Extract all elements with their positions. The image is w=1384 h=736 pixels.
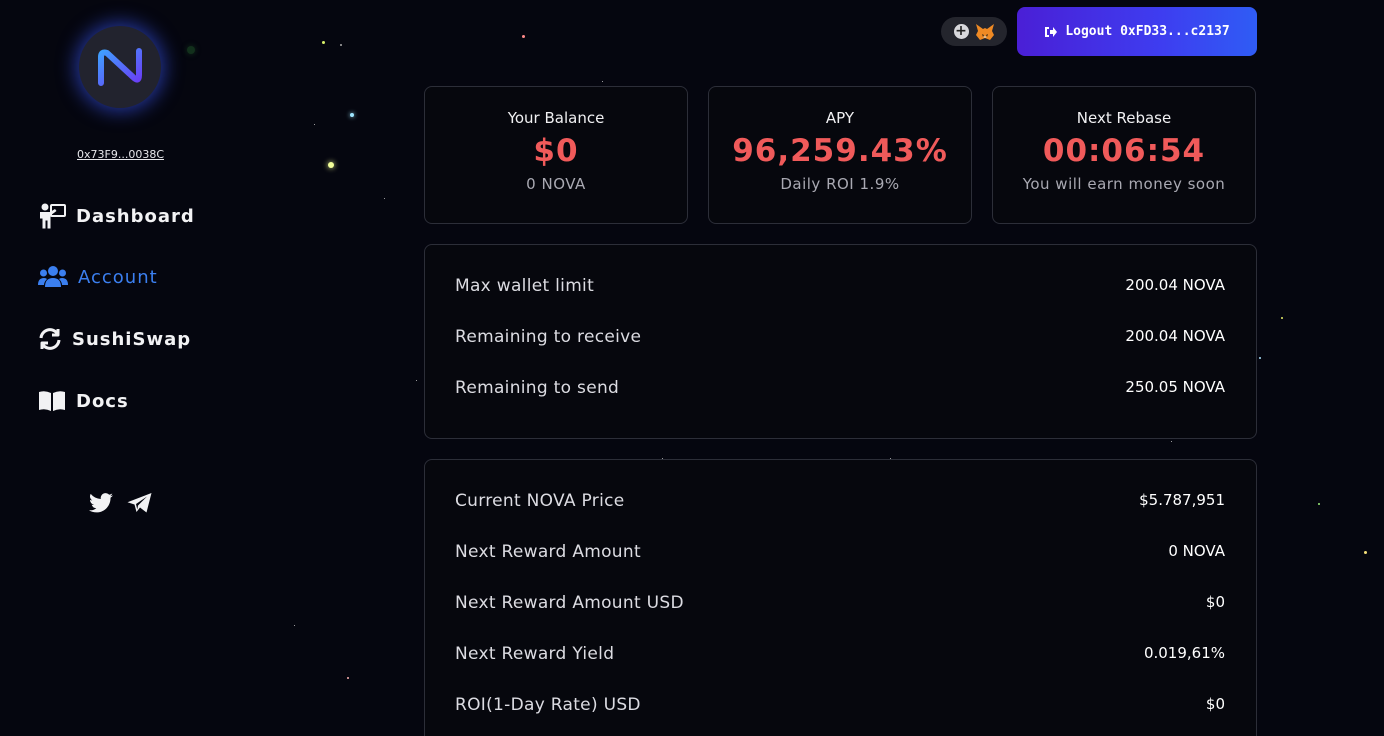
- nav-dashboard[interactable]: Dashboard: [38, 203, 195, 229]
- limit-value: 200.04 NOVA: [1125, 327, 1225, 345]
- nav-dashboard-label: Dashboard: [76, 205, 195, 227]
- twitter-icon[interactable]: [89, 492, 113, 514]
- balance-title: Your Balance: [507, 109, 605, 127]
- sync-icon: [39, 328, 61, 350]
- wallet-connect-pill[interactable]: +: [941, 17, 1007, 46]
- rebase-value: 00:06:54: [1042, 133, 1206, 169]
- reward-value: $0: [1205, 695, 1225, 713]
- reward-value: $0: [1205, 593, 1225, 611]
- rebase-title: Next Rebase: [1076, 109, 1172, 127]
- limit-row: Remaining to send 250.05 NOVA: [455, 378, 1225, 402]
- nova-logo-icon: [98, 48, 142, 86]
- wallet-limits-panel: Max wallet limit 200.04 NOVA Remaining t…: [424, 244, 1257, 439]
- reward-row: Next Reward Amount 0 NOVA: [455, 542, 1225, 566]
- sidebar: 0x73F9...0038C Dashboard Account SushiSw…: [0, 0, 240, 736]
- nav-sushiswap[interactable]: SushiSwap: [38, 328, 191, 350]
- reward-label: Current NOVA Price: [455, 491, 625, 511]
- apy-value: 96,259.43%: [732, 133, 948, 169]
- book-icon: [39, 391, 65, 411]
- rebase-card: Next Rebase 00:06:54 You will earn money…: [992, 86, 1256, 224]
- balance-card: Your Balance $0 0 NOVA: [424, 86, 688, 224]
- nav-sushiswap-label: SushiSwap: [72, 328, 192, 350]
- wallet-address-link[interactable]: 0x73F9...0038C: [77, 148, 164, 161]
- users-icon: [38, 266, 68, 287]
- reward-row: Next Reward Amount USD $0: [455, 593, 1225, 617]
- balance-value: $0: [533, 133, 579, 169]
- reward-label: Next Reward Amount: [455, 542, 641, 562]
- limit-label: Remaining to receive: [455, 327, 642, 347]
- nav-account[interactable]: Account: [38, 265, 158, 289]
- nova-logo[interactable]: [79, 26, 161, 108]
- rebase-sub: You will earn money soon: [1022, 175, 1226, 193]
- reward-value: 0 NOVA: [1168, 542, 1225, 560]
- apy-title: APY: [825, 109, 855, 127]
- limit-value: 200.04 NOVA: [1125, 276, 1225, 294]
- logout-button[interactable]: Logout 0xFD33...c2137: [1017, 7, 1257, 56]
- limit-label: Remaining to send: [455, 378, 620, 398]
- metamask-fox-icon: [975, 23, 994, 40]
- reward-value: 0.019,61%: [1143, 644, 1225, 662]
- apy-sub: Daily ROI 1.9%: [780, 175, 900, 193]
- limit-label: Max wallet limit: [455, 276, 595, 296]
- reward-label: ROI(1-Day Rate) USD: [455, 695, 641, 715]
- reward-row: ROI(1-Day Rate) USD $0: [455, 695, 1225, 719]
- telegram-icon[interactable]: [127, 492, 152, 514]
- nav-docs-label: Docs: [76, 390, 129, 412]
- nav-account-label: Account: [78, 266, 158, 288]
- balance-sub: 0 NOVA: [526, 175, 586, 193]
- logout-button-label: Logout 0xFD33...c2137: [1065, 24, 1230, 39]
- limit-row: Remaining to receive 200.04 NOVA: [455, 327, 1225, 351]
- reward-label: Next Reward Yield: [455, 644, 615, 664]
- reward-row: Current NOVA Price $5.787,951: [455, 491, 1225, 515]
- limit-row: Max wallet limit 200.04 NOVA: [455, 276, 1225, 300]
- apy-card: APY 96,259.43% Daily ROI 1.9%: [708, 86, 972, 224]
- reward-label: Next Reward Amount USD: [455, 593, 684, 613]
- presentation-icon: [40, 203, 66, 229]
- logout-icon: [1045, 26, 1058, 37]
- rewards-panel: Current NOVA Price $5.787,951 Next Rewar…: [424, 459, 1257, 736]
- reward-row: Next Reward Yield 0.019,61%: [455, 644, 1225, 668]
- plus-icon[interactable]: +: [953, 24, 969, 39]
- nav-docs[interactable]: Docs: [38, 390, 129, 412]
- limit-value: 250.05 NOVA: [1125, 378, 1225, 396]
- reward-value: $5.787,951: [1139, 491, 1225, 509]
